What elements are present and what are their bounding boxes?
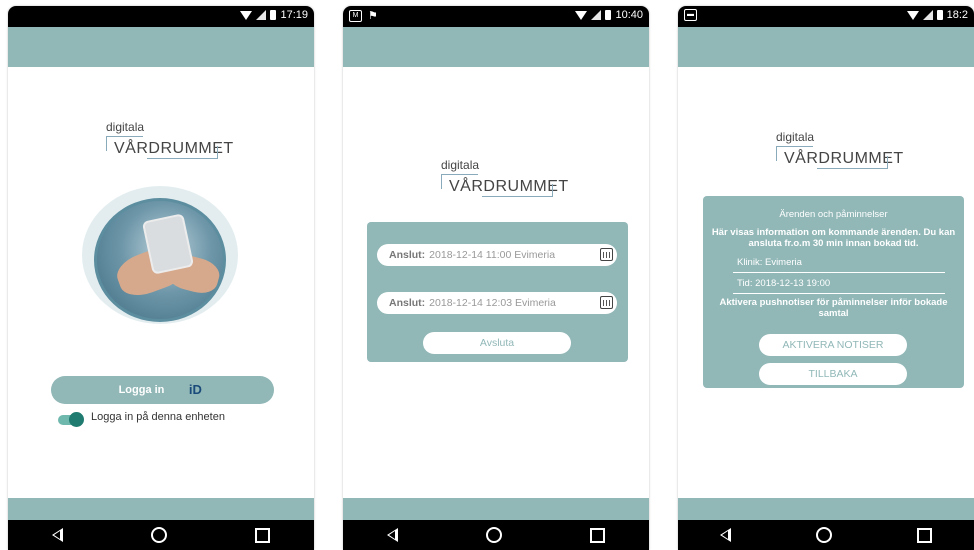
activate-notifications-button[interactable]: AKTIVERA NOTISER [759, 334, 907, 356]
login-button[interactable]: Logga in iD [51, 376, 274, 404]
back-icon[interactable] [387, 528, 398, 542]
back-icon[interactable] [52, 528, 63, 542]
back-icon[interactable] [720, 528, 732, 542]
logo: digitala VÅRDRUMMET [106, 120, 233, 164]
app-bar [8, 27, 314, 67]
recents-icon[interactable] [590, 527, 605, 543]
logo: digitala VÅRDRUMMET [776, 130, 903, 174]
appointment-row[interactable]: Anslut: 2018-12-14 12:03 Evimeria [377, 292, 617, 314]
end-button[interactable]: Avsluta [423, 332, 571, 354]
appointment-row[interactable]: Anslut: 2018-12-14 11:00 Evimeria [377, 244, 617, 266]
appointment-value: 2018-12-14 12:03 Evimeria [429, 297, 556, 309]
app-bar [678, 27, 974, 67]
phone-screen-appointments: M ⚑ 10:40 digitala VÅRDRUMMET Anslut: 20… [343, 6, 649, 550]
signal-icon [922, 10, 933, 20]
app-notification-icon: M [349, 9, 362, 22]
status-time: 18:2 [946, 9, 968, 21]
toggle-label: Logga in på denna enheten [91, 411, 225, 423]
appointment-label: Anslut: [389, 297, 426, 309]
clinic-text: Klinik: Evimeria [737, 257, 802, 268]
wifi-icon [906, 10, 919, 20]
appointment-value: 2018-12-14 11:00 Evimeria [429, 249, 556, 261]
battery-icon [270, 10, 277, 20]
flag-icon: ⚑ [368, 10, 378, 22]
reminders-panel: Ärenden och påminnelser Här visas inform… [703, 196, 964, 388]
status-time: 17:19 [280, 9, 308, 21]
home-icon[interactable] [815, 527, 832, 543]
status-bar: 17:19 [8, 6, 314, 27]
recents-icon[interactable] [255, 527, 270, 543]
appointments-panel: Anslut: 2018-12-14 11:00 Evimeria Anslut… [367, 222, 628, 362]
panel-description: Här visas information om kommande ärende… [711, 227, 956, 249]
nav-bar [8, 520, 314, 550]
app-bar [343, 27, 649, 67]
wifi-icon [240, 10, 253, 20]
appointment-label: Anslut: [389, 249, 426, 261]
status-bar: ▬ 18:2 [678, 6, 974, 27]
bottom-bar [678, 498, 974, 520]
app-notification-icon: ▬ [684, 9, 697, 21]
phone-screen-login: 17:19 digitala VÅRDRUMMET Logga in iD Lo… [8, 6, 314, 550]
status-bar: M ⚑ 10:40 [343, 6, 649, 27]
phone-screen-reminders: ▬ 18:2 digitala VÅRDRUMMET Ärenden och p… [678, 6, 974, 550]
logo-small-text: digitala [776, 130, 815, 144]
home-icon[interactable] [151, 527, 167, 543]
status-time: 10:40 [615, 9, 643, 21]
hero-photo [82, 186, 238, 324]
time-text: Tid: 2018-12-13 19:00 [737, 278, 831, 289]
logo-small-text: digitala [441, 158, 480, 172]
calendar-icon[interactable] [600, 296, 613, 309]
nav-bar [678, 520, 974, 550]
signal-icon [256, 10, 267, 20]
nav-bar [343, 520, 649, 550]
battery-icon [605, 10, 612, 20]
recents-icon[interactable] [916, 527, 932, 543]
wifi-icon [575, 10, 588, 20]
bottom-bar [343, 498, 649, 520]
notification-text: Aktivera pushnotiser för påminnelser inf… [719, 297, 948, 319]
battery-icon [936, 10, 943, 20]
panel-title: Ärenden och påminnelser [779, 209, 888, 220]
home-icon[interactable] [486, 527, 502, 543]
bottom-bar [8, 498, 314, 520]
back-button[interactable]: TILLBAKA [759, 363, 907, 385]
calendar-icon[interactable] [600, 248, 613, 261]
logo: digitala VÅRDRUMMET [441, 158, 568, 202]
signal-icon [591, 10, 602, 20]
remember-device-toggle[interactable] [58, 412, 84, 427]
logo-small-text: digitala [106, 120, 145, 134]
bankid-icon: iD [188, 382, 202, 397]
login-button-label: Logga in [118, 384, 165, 396]
